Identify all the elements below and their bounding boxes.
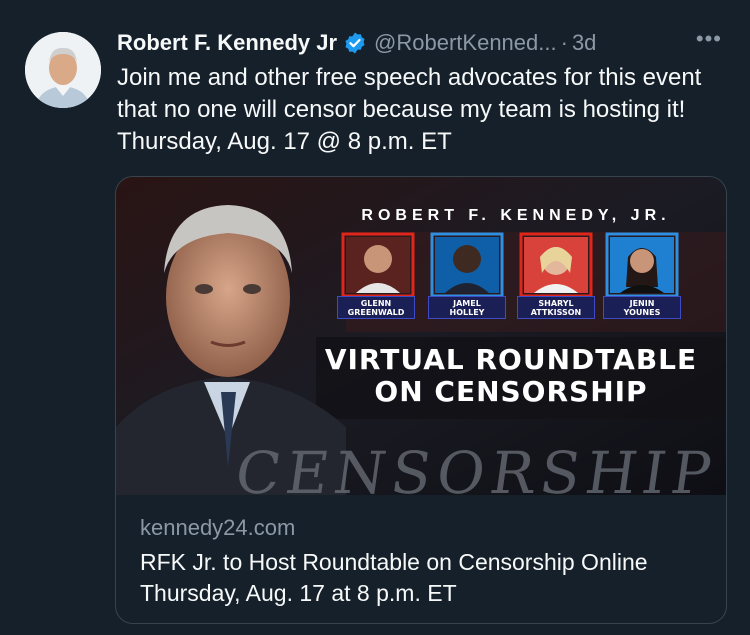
tweet-text: Join me and other free speech advocates … [117, 64, 702, 155]
panelist-label: GLENN GREENWALD [337, 296, 415, 319]
panelist-label: JENIN YOUNES [603, 296, 681, 319]
card-title[interactable]: RFK Jr. to Host Roundtable on Censorship… [140, 547, 706, 609]
timestamp[interactable]: 3d [572, 30, 596, 56]
panelist-label-line2: GREENWALD [347, 308, 405, 317]
panelist-label-line2: HOLLEY [449, 308, 485, 317]
graphic-headline-line1: VIRTUAL ROUNDTABLE [324, 343, 698, 376]
verified-badge-icon [345, 32, 365, 54]
more-options-icon[interactable]: ••• [696, 26, 722, 52]
tweet-header: Robert F. Kennedy Jr @RobertKenned... · … [117, 26, 730, 60]
card-image[interactable]: CENSORSHIP ROBERT F. KENNEDY, JR. GLENN … [116, 177, 726, 507]
background-word: CENSORSHIP [231, 439, 722, 507]
graphic-headline-line2: ON CENSORSHIP [374, 375, 648, 408]
panelist-label-line1: JENIN [629, 299, 655, 308]
avatar[interactable] [25, 32, 101, 108]
panelist-label: JAMEL HOLLEY [428, 296, 506, 319]
panelist-label-line1: SHARYL [538, 299, 574, 308]
graphic-top-text: ROBERT F. KENNEDY, JR. [361, 207, 671, 224]
author-name[interactable]: Robert F. Kennedy Jr [117, 30, 337, 56]
link-card[interactable]: CENSORSHIP ROBERT F. KENNEDY, JR. GLENN … [115, 176, 727, 624]
author-handle[interactable]: @RobertKenned... [374, 30, 557, 56]
panelist-label-line1: GLENN [360, 299, 392, 308]
panelist-label-line1: JAMEL [453, 299, 481, 308]
panelist-label: SHARYL ATTKISSON [517, 296, 595, 319]
panelist-label-line2: YOUNES [623, 308, 661, 317]
card-meta: kennedy24.com RFK Jr. to Host Roundtable… [140, 513, 706, 609]
panelist-label-line2: ATTKISSON [530, 308, 582, 317]
separator-dot: · [560, 30, 568, 55]
card-domain[interactable]: kennedy24.com [140, 513, 706, 543]
